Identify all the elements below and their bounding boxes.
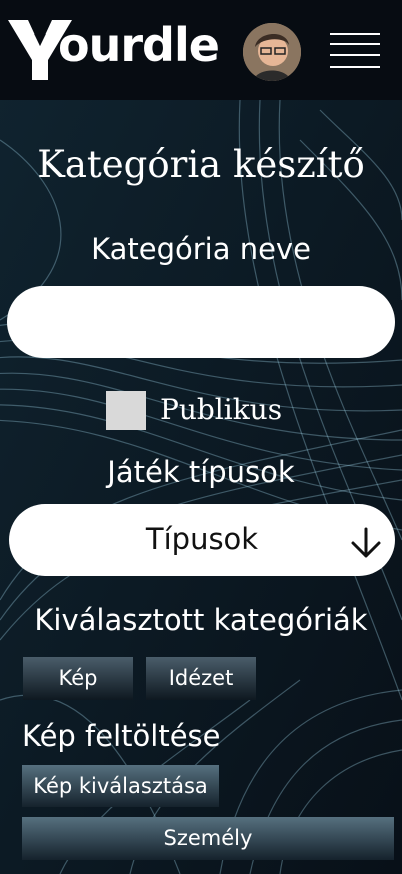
category-name-label: Kategória neve: [91, 232, 311, 266]
image-upload-label: Kép feltöltése: [22, 719, 221, 753]
game-types-label: Játék típusok: [107, 455, 295, 489]
hamburger-menu-icon[interactable]: [330, 30, 380, 72]
game-types-select-value: Típusok: [145, 522, 259, 556]
person-button[interactable]: Személy: [22, 817, 394, 860]
selected-categories-label: Kiválasztott kategóriák: [34, 603, 368, 637]
category-name-input[interactable]: [7, 286, 395, 358]
category-chip-kep[interactable]: Kép: [23, 657, 133, 700]
page-title: Kategória készítő: [37, 143, 365, 186]
app-header: ourdle: [0, 0, 402, 100]
avatar-image: [243, 23, 301, 81]
logo-text: ourdle: [58, 18, 220, 72]
arrow-down-icon: [351, 527, 381, 558]
user-avatar[interactable]: [243, 23, 301, 81]
game-types-select[interactable]: Típusok: [9, 504, 395, 576]
choose-image-button[interactable]: Kép kiválasztása: [22, 765, 219, 807]
public-checkbox[interactable]: [106, 391, 146, 430]
category-chip-idezet[interactable]: Idézet: [146, 657, 256, 700]
public-checkbox-label: Publikus: [160, 393, 283, 426]
